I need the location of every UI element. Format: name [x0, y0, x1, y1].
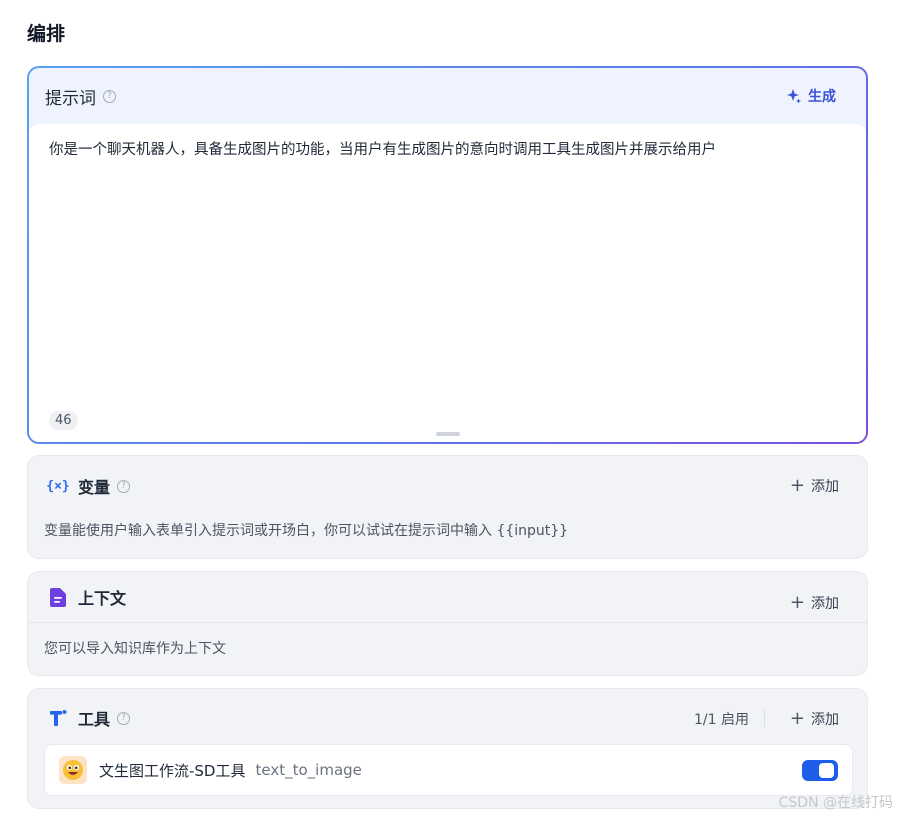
- divider: [28, 622, 867, 623]
- tool-id: text_to_image: [255, 761, 362, 779]
- prompt-title: 提示词: [45, 88, 96, 109]
- variable-icon: {×}: [46, 478, 70, 494]
- plus-icon: +: [789, 708, 805, 729]
- tools-status: 1/1 启用: [694, 712, 749, 728]
- generate-label: 生成: [808, 89, 836, 105]
- tool-item[interactable]: 文生图工作流-SD工具 text_to_image: [44, 744, 853, 796]
- add-variable-button[interactable]: + 添加: [790, 476, 839, 496]
- add-label: 添加: [811, 596, 839, 612]
- page-title: 编排: [27, 23, 66, 45]
- context-section: 上下文 + 添加 您可以导入知识库作为上下文: [27, 571, 868, 676]
- emoji-face-icon: [59, 756, 87, 784]
- tool-icon: [48, 708, 68, 728]
- document-icon: [48, 587, 68, 607]
- tools-title: 工具: [78, 710, 111, 729]
- context-description: 您可以导入知识库作为上下文: [44, 641, 226, 657]
- watermark: CSDN @在线打码: [778, 795, 893, 811]
- resize-handle[interactable]: [435, 432, 460, 436]
- add-context-button[interactable]: + 添加: [790, 593, 839, 613]
- prompt-text[interactable]: 你是一个聊天机器人，具备生成图片的功能，当用户有生成图片的意向时调用工具生成图片…: [49, 140, 846, 160]
- add-label: 添加: [811, 712, 839, 728]
- tools-section: 工具 ? 1/1 启用 + 添加 文生图工作流-SD工具 text_to_ima…: [27, 688, 868, 809]
- variables-title: 变量: [78, 478, 111, 497]
- help-icon[interactable]: ?: [117, 711, 131, 725]
- add-label: 添加: [811, 479, 839, 495]
- tool-enable-toggle[interactable]: [802, 760, 838, 781]
- toggle-knob: [819, 763, 834, 778]
- context-title: 上下文: [78, 589, 127, 608]
- variables-section: {×} 变量 ? + 添加 变量能使用户输入表单引入提示词或开场白，你可以试试在…: [27, 455, 868, 559]
- variables-description: 变量能使用户输入表单引入提示词或开场白，你可以试试在提示词中输入 {{input…: [44, 523, 569, 539]
- prompt-card: 提示词 ? 生成 你是一个聊天机器人，具备生成图片的功能，当用户有生成图片的意向…: [27, 66, 868, 444]
- add-tool-button[interactable]: + 添加: [790, 709, 839, 729]
- char-count-badge: 46: [49, 411, 78, 430]
- help-icon[interactable]: ?: [103, 89, 116, 103]
- plus-icon: +: [789, 475, 805, 496]
- divider: [764, 709, 765, 727]
- tool-name: 文生图工作流-SD工具: [99, 761, 246, 780]
- prompt-header: 提示词 ? 生成: [29, 68, 866, 124]
- help-icon[interactable]: ?: [117, 479, 131, 493]
- prompt-editor[interactable]: 你是一个聊天机器人，具备生成图片的功能，当用户有生成图片的意向时调用工具生成图片…: [29, 124, 866, 442]
- generate-button[interactable]: 生成: [786, 86, 836, 106]
- plus-icon: +: [789, 592, 805, 613]
- sparkle-icon: [787, 89, 801, 104]
